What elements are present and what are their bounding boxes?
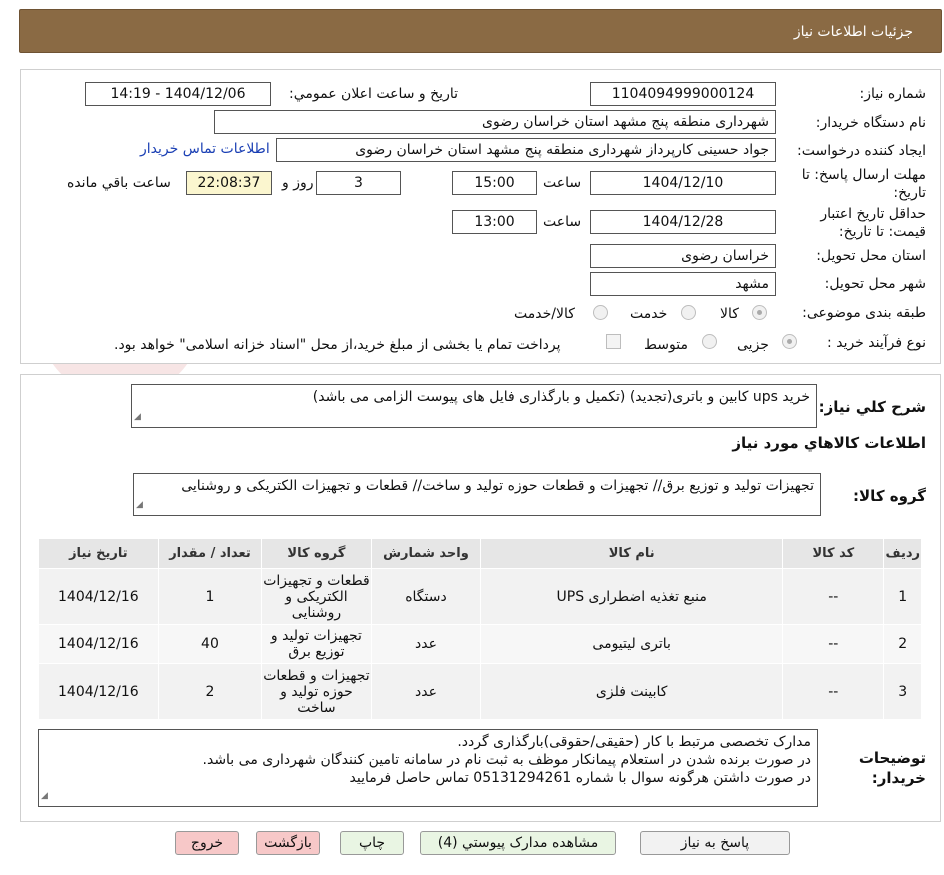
table-cell: 1 <box>157 568 263 625</box>
resize-grip-icon[interactable]: ◢ <box>134 408 141 426</box>
table-cell: عدد <box>370 663 482 720</box>
days-field[interactable]: 3 <box>316 171 401 195</box>
table-row: 3 -- کابینت فلزی عدد تجهیزات و قطعات حوز… <box>38 663 922 720</box>
buyer-org-label: نام دستگاه خريدار: <box>815 115 926 131</box>
category-option-both: کالا/خدمت <box>514 306 575 322</box>
buyer-contact-link[interactable]: اطلاعات تماس خریدار <box>140 141 270 157</box>
print-button[interactable]: چاپ <box>340 831 404 855</box>
table-cell: 3 <box>883 663 922 720</box>
table-cell: قطعات و تجهیزات الکتریکی و روشنایی <box>261 568 372 625</box>
process-radio-minor[interactable] <box>782 334 797 349</box>
table-cell: 1 <box>883 568 922 625</box>
resize-grip-icon[interactable]: ◢ <box>136 496 143 514</box>
table-cell: دستگاه <box>370 568 482 625</box>
days-label: روز و <box>282 175 314 191</box>
goods-group-label: گروه کالا: <box>853 487 926 505</box>
buyer-notes-line: مدارک تخصصی مرتبط با کار (حقیقی/حقوقی)با… <box>457 734 811 750</box>
city-field[interactable]: مشهد <box>590 272 776 296</box>
table-cell: -- <box>782 624 885 664</box>
process-label: نوع فرآیند خرید : <box>827 335 926 351</box>
table-cell: 40 <box>157 624 263 664</box>
requester-label: ایجاد کننده درخواست: <box>797 143 926 159</box>
treasury-payment-checkbox[interactable] <box>606 334 621 349</box>
process-option-minor: جزیی <box>737 337 769 353</box>
validity-date-field[interactable]: 1404/12/28 <box>590 210 776 234</box>
col-header-quantity: تعداد / مقدار <box>157 538 263 569</box>
deadline-label: مهلت ارسال پاسخ: تا تاریخ: <box>801 167 926 201</box>
table-cell: تجهیزات تولید و توزیع برق <box>261 624 372 664</box>
buyer-notes-line: در صورت داشتن هرگونه سوال با شماره 05131… <box>349 770 811 786</box>
table-cell: 2 <box>157 663 263 720</box>
treasury-payment-note: پرداخت تمام یا بخشی از مبلغ خرید،از محل … <box>114 337 561 353</box>
deadline-time-field[interactable]: 15:00 <box>452 171 537 195</box>
summary-text: خرید ups کابین و باتری(تجدید) (تکمیل و ب… <box>312 389 810 405</box>
buyer-notes-label: توضیحات خریدار: <box>858 749 926 787</box>
remaining-time-label: ساعت باقي مانده <box>67 175 171 191</box>
table-cell: 1404/12/16 <box>38 624 159 664</box>
table-cell: منبع تغذیه اضطراری UPS <box>480 568 784 625</box>
buyer-notes-line: در صورت برنده شدن در استعلام پیمانکار مو… <box>202 752 811 768</box>
province-label: استان محل تحویل: <box>816 248 926 264</box>
resize-grip-icon[interactable]: ◢ <box>41 787 48 805</box>
table-cell: 2 <box>883 624 922 664</box>
view-attachments-button[interactable]: مشاهده مدارک پیوستي (4) <box>420 831 616 855</box>
remaining-time-field: 22:08:37 <box>186 171 272 195</box>
goods-info-title: اطلاعات کالاهاي مورد نياز <box>732 434 926 452</box>
table-row: 1 -- منبع تغذیه اضطراری UPS دستگاه قطعات… <box>38 568 922 625</box>
back-button[interactable]: بازگشت <box>256 831 320 855</box>
table-cell: 1404/12/16 <box>38 568 159 625</box>
page-header: جزئیات اطلاعات نیاز <box>19 9 942 53</box>
page-title: جزئیات اطلاعات نیاز <box>793 24 913 40</box>
buyer-org-field[interactable]: شهرداری منطقه پنج مشهد استان خراسان رضوی <box>214 110 776 134</box>
goods-group-text: تجهیزات تولید و توزیع برق// تجهیزات و قط… <box>181 478 814 494</box>
city-label: شهر محل تحویل: <box>824 276 926 292</box>
col-header-name: نام کالا <box>480 538 784 569</box>
table-cell: عدد <box>370 624 482 664</box>
summary-textarea[interactable]: خرید ups کابین و باتری(تجدید) (تکمیل و ب… <box>131 384 817 428</box>
summary-label: شرح کلي نياز: <box>818 398 926 416</box>
announce-datetime-field[interactable]: 1404/12/06 - 14:19 <box>85 82 271 106</box>
goods-table: رديف کد کالا نام کالا واحد شمارش گروه کا… <box>38 538 922 720</box>
deadline-time-label: ساعت <box>543 175 582 191</box>
table-header-row: رديف کد کالا نام کالا واحد شمارش گروه کا… <box>38 538 922 569</box>
table-cell: -- <box>782 568 885 625</box>
validity-label: حداقل تاریخ اعتبار قیمت: تا تاریخ: <box>820 206 926 240</box>
category-radio-service[interactable] <box>681 305 696 320</box>
need-number-field[interactable]: 1104094999000124 <box>590 82 776 106</box>
col-header-group: گروه کالا <box>261 538 372 569</box>
deadline-date-field[interactable]: 1404/12/10 <box>590 171 776 195</box>
announce-datetime-label: تاریخ و ساعت اعلان عمومي: <box>289 86 458 102</box>
exit-button[interactable]: خروج <box>175 831 239 855</box>
category-radio-goods[interactable] <box>752 305 767 320</box>
category-label: طبقه بندی موضوعی: <box>802 305 926 321</box>
goods-group-textarea[interactable]: تجهیزات تولید و توزیع برق// تجهیزات و قط… <box>133 473 821 516</box>
process-option-medium: متوسط <box>644 337 688 353</box>
validity-time-label: ساعت <box>543 214 582 230</box>
table-cell: 1404/12/16 <box>38 663 159 720</box>
table-cell: تجهیزات و قطعات حوزه تولید و ساخت <box>261 663 372 720</box>
category-radio-both[interactable] <box>593 305 608 320</box>
category-option-goods: کالا <box>720 306 739 322</box>
process-radio-medium[interactable] <box>702 334 717 349</box>
col-header-unit: واحد شمارش <box>370 538 482 569</box>
col-header-need-date: تاریخ نیاز <box>38 538 159 569</box>
reply-button[interactable]: پاسخ به نیاز <box>640 831 790 855</box>
table-cell: -- <box>782 663 885 720</box>
col-header-row-number: رديف <box>883 538 922 569</box>
requester-field[interactable]: جواد حسینی کارپرداز شهرداری منطقه پنج مش… <box>276 138 776 162</box>
need-number-label: شماره نیاز: <box>859 86 927 102</box>
buyer-notes-textarea[interactable]: مدارک تخصصی مرتبط با کار (حقیقی/حقوقی)با… <box>38 729 818 807</box>
validity-time-field[interactable]: 13:00 <box>452 210 537 234</box>
province-field[interactable]: خراسان رضوی <box>590 244 776 268</box>
table-cell: کابینت فلزی <box>480 663 784 720</box>
table-cell: باتری لیتیومی <box>480 624 784 664</box>
table-row: 2 -- باتری لیتیومی عدد تجهیزات تولید و ت… <box>38 624 922 664</box>
category-option-service: خدمت <box>630 306 668 322</box>
col-header-code: کد کالا <box>782 538 885 569</box>
